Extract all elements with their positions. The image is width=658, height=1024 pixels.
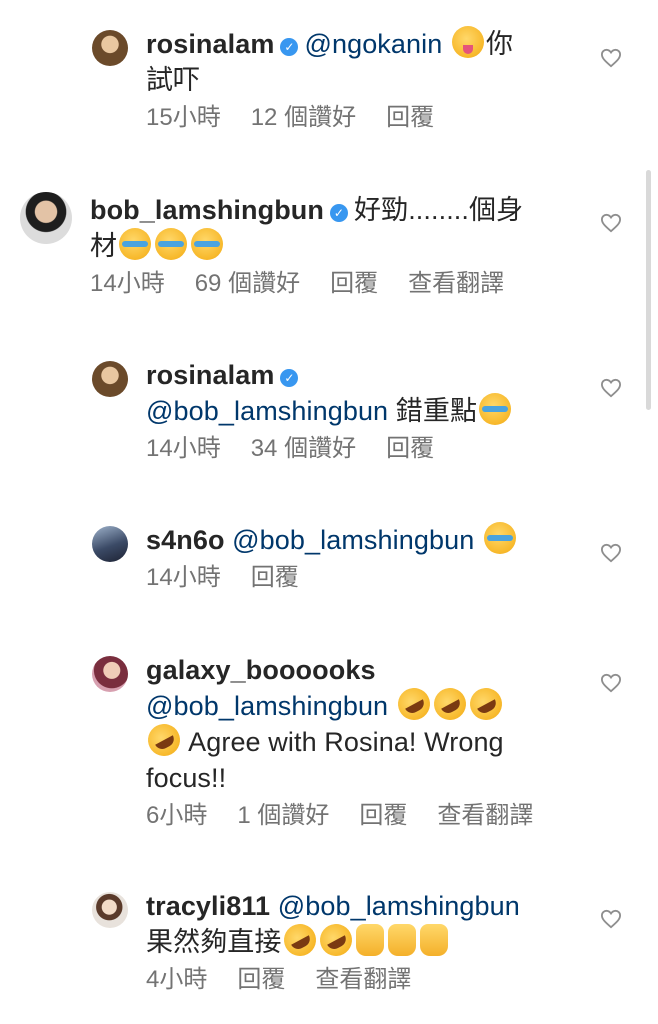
emoji-tongue-icon bbox=[451, 26, 484, 58]
like-heart-icon[interactable] bbox=[600, 673, 622, 693]
timestamp: 14小時 bbox=[146, 435, 221, 462]
timestamp: 14小時 bbox=[90, 270, 165, 297]
comment-text-cont: 試吓 bbox=[146, 65, 201, 95]
reply-button[interactable]: 回覆 bbox=[386, 433, 434, 465]
avatar[interactable] bbox=[92, 656, 128, 692]
emoji-rofl-icon bbox=[313, 918, 358, 962]
like-heart-icon[interactable] bbox=[600, 213, 622, 233]
likes-count[interactable]: 34 個讚好 bbox=[251, 433, 356, 465]
comment-text: Agree with Rosina! Wrong focus!! bbox=[146, 727, 504, 793]
mention-link[interactable]: @bob_lamshingbun bbox=[146, 396, 388, 426]
comment-reply: tracyli811 @bob_lamshingbun 果然夠直接 4小時 回覆… bbox=[92, 888, 566, 996]
like-heart-icon[interactable] bbox=[600, 909, 622, 929]
timestamp: 4小時 bbox=[146, 966, 208, 993]
emoji-tears-icon bbox=[191, 228, 224, 260]
reply-button[interactable]: 回覆 bbox=[359, 800, 407, 832]
mention-link[interactable]: @bob_lamshingbun bbox=[278, 891, 520, 921]
avatar[interactable] bbox=[92, 526, 128, 562]
mention-link[interactable]: @ngokanin bbox=[304, 29, 442, 59]
reply-button[interactable]: 回覆 bbox=[386, 102, 434, 134]
reply-button[interactable]: 回覆 bbox=[330, 268, 378, 300]
like-heart-icon[interactable] bbox=[600, 543, 622, 563]
comment-text: 果然夠直接 bbox=[146, 927, 282, 957]
like-heart-icon[interactable] bbox=[600, 48, 622, 68]
reply-button[interactable]: 回覆 bbox=[251, 562, 299, 594]
emoji-rofl-icon bbox=[142, 718, 186, 762]
emoji-tears-icon bbox=[119, 228, 152, 260]
username[interactable]: galaxy_boooooks bbox=[146, 655, 376, 685]
timestamp: 15小時 bbox=[146, 104, 221, 131]
timestamp: 14小時 bbox=[146, 564, 221, 591]
emoji-rofl-icon bbox=[428, 682, 472, 726]
avatar[interactable] bbox=[92, 30, 128, 66]
avatar[interactable] bbox=[92, 892, 128, 928]
comment-text: 錯重點 bbox=[395, 396, 478, 426]
verified-badge-icon: ✓ bbox=[330, 204, 348, 222]
mention-link[interactable]: @bob_lamshingbun bbox=[146, 691, 388, 721]
verified-badge-icon: ✓ bbox=[280, 369, 299, 387]
avatar[interactable] bbox=[92, 361, 128, 397]
comment-text: 好勁........個身 bbox=[354, 195, 524, 225]
comment: bob_lamshingbun ✓ 好勁........個身材 14小時 69 個讚… bbox=[20, 192, 570, 300]
timestamp: 6小時 bbox=[146, 802, 208, 829]
emoji-thumbs-up-icon bbox=[355, 924, 384, 956]
likes-count[interactable]: 69 個讚好 bbox=[195, 268, 300, 300]
emoji-tears-icon bbox=[483, 522, 516, 554]
username[interactable]: bob_lamshingbun bbox=[90, 195, 324, 225]
translate-button[interactable]: 查看翻譯 bbox=[408, 268, 504, 300]
emoji-tears-icon bbox=[479, 393, 512, 425]
likes-count[interactable]: 12 個讚好 bbox=[251, 102, 356, 134]
username[interactable]: s4n6o bbox=[146, 525, 225, 555]
emoji-thumbs-up-icon bbox=[387, 924, 416, 956]
comment-reply: rosinalam ✓ @bob_lamshingbun 錯重點 14小時 34 … bbox=[92, 357, 566, 465]
username[interactable]: rosinalam bbox=[146, 360, 274, 390]
reply-button[interactable]: 回覆 bbox=[237, 964, 285, 996]
emoji-rofl-icon bbox=[392, 682, 436, 726]
username[interactable]: tracyli811 bbox=[146, 891, 270, 921]
scrollbar[interactable] bbox=[646, 170, 651, 410]
verified-badge-icon: ✓ bbox=[280, 38, 299, 56]
emoji-thumbs-up-icon bbox=[419, 924, 448, 956]
like-heart-icon[interactable] bbox=[600, 378, 622, 398]
emoji-rofl-icon bbox=[464, 682, 508, 726]
comment-reply: galaxy_boooooks @bob_lamshingbun Agree w… bbox=[92, 652, 566, 832]
translate-button[interactable]: 查看翻譯 bbox=[437, 800, 533, 832]
comment-reply: rosinalam ✓ @ngokanin 你試吓 15小時 12 個讚好 回覆 bbox=[92, 26, 566, 134]
translate-button[interactable]: 查看翻譯 bbox=[315, 964, 411, 996]
emoji-rofl-icon bbox=[277, 918, 322, 962]
likes-count[interactable]: 1 個讚好 bbox=[237, 800, 329, 832]
comment-text: 你 bbox=[485, 29, 514, 59]
emoji-tears-icon bbox=[155, 228, 188, 260]
comment-text-cont: 材 bbox=[90, 231, 118, 261]
comment-reply: s4n6o @bob_lamshingbun 14小時 回覆 bbox=[92, 522, 596, 594]
avatar[interactable] bbox=[20, 192, 72, 244]
username[interactable]: rosinalam bbox=[146, 29, 274, 59]
mention-link[interactable]: @bob_lamshingbun bbox=[232, 525, 474, 555]
